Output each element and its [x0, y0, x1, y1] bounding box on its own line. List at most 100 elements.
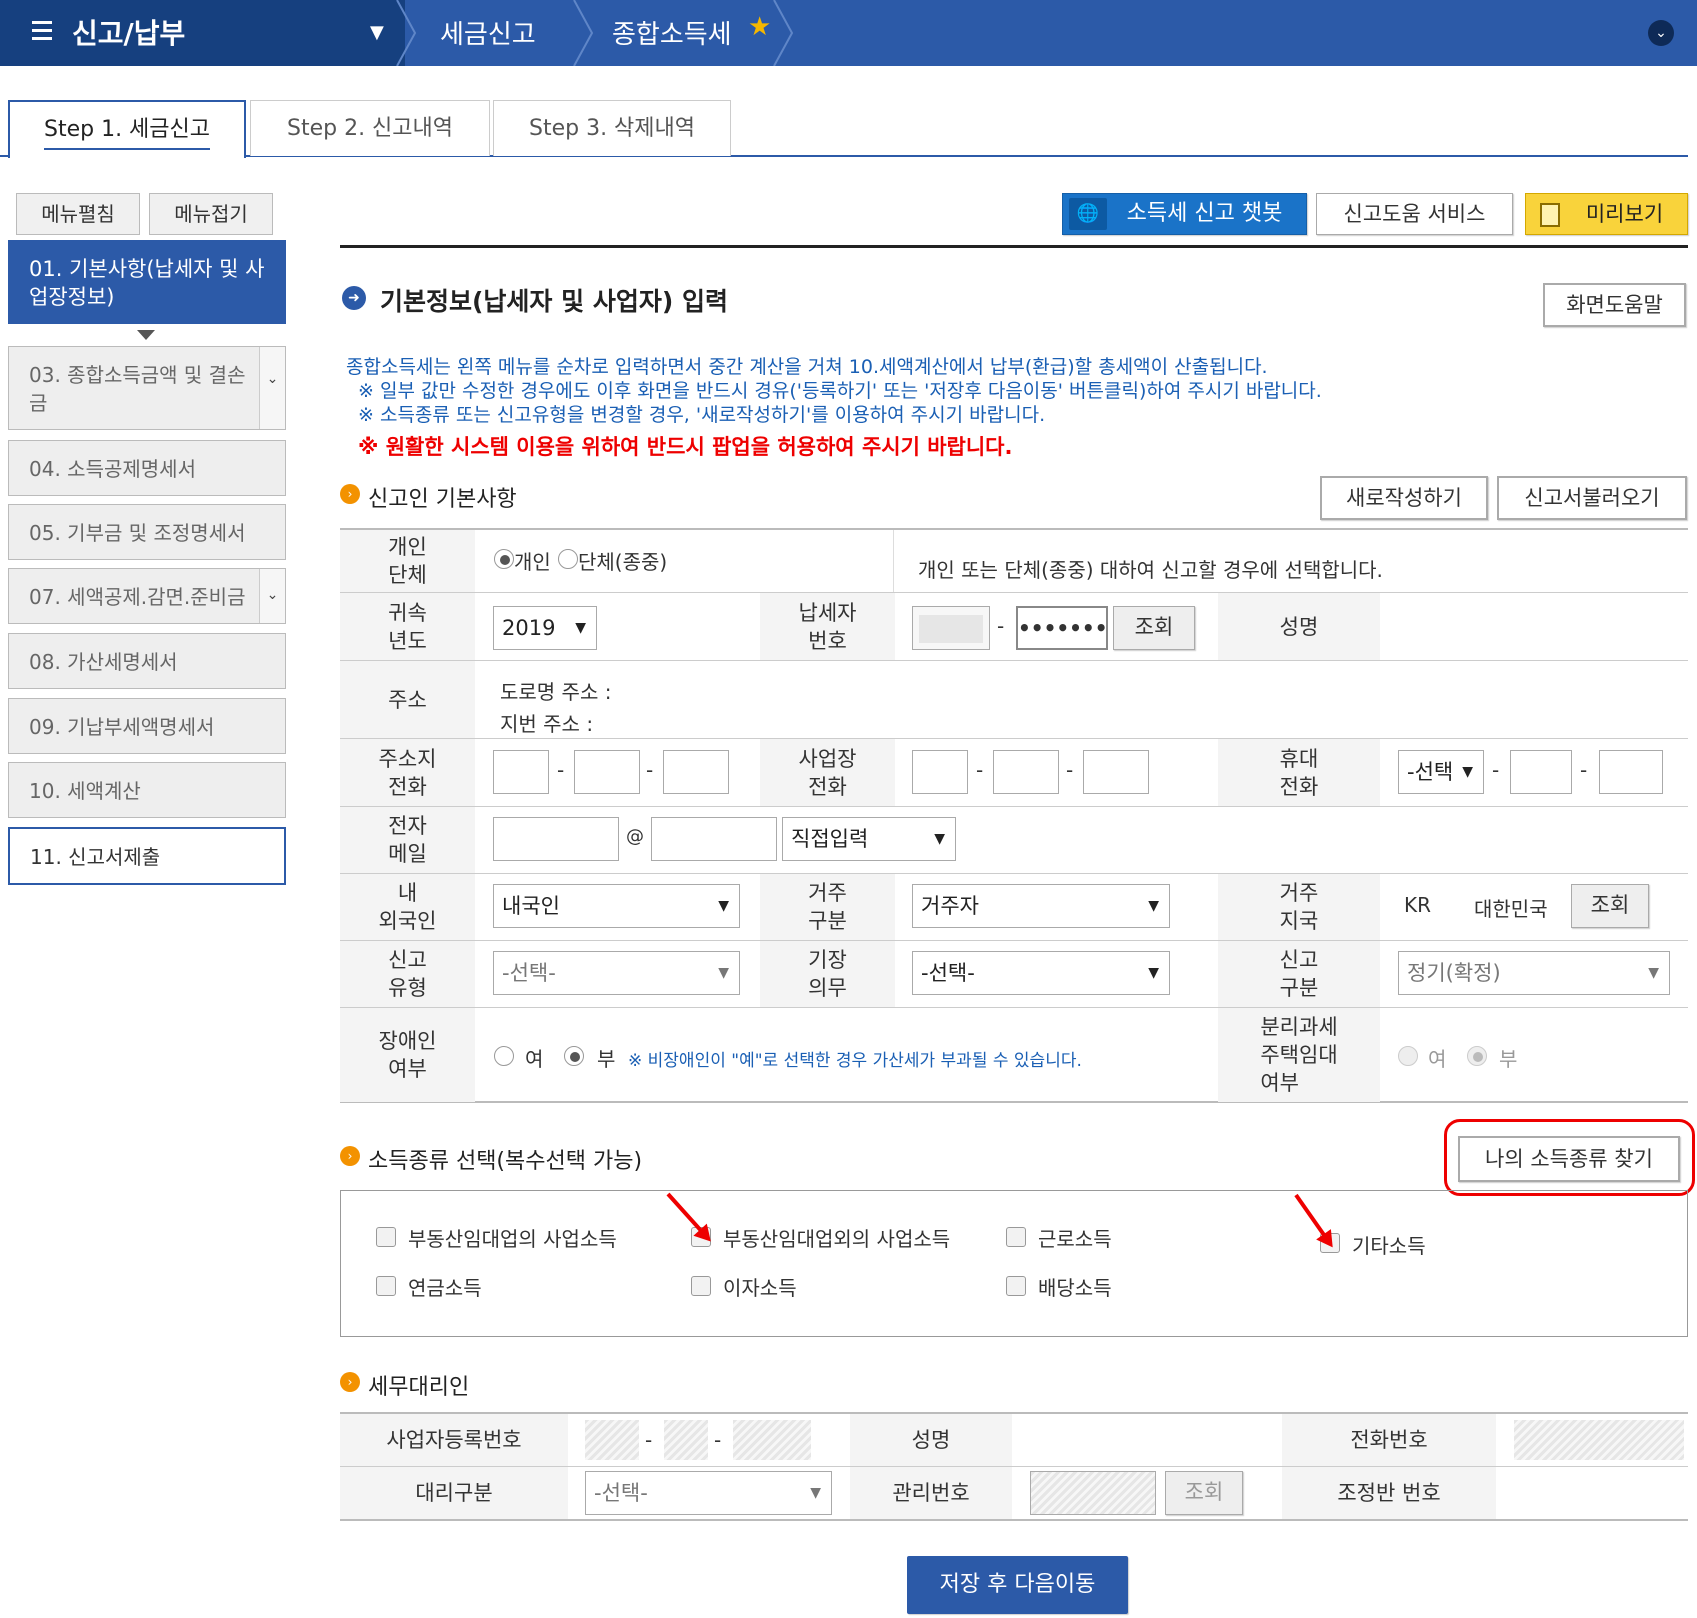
- label-agent-phone: 전화번호: [1282, 1414, 1496, 1466]
- sidebar-item-tax-credit[interactable]: 07. 세액공제.감면.준비금 ⌄: [8, 568, 286, 624]
- arrow-right-circle-icon: ›: [340, 1372, 360, 1392]
- save-next-button[interactable]: 저장 후 다음이동: [907, 1556, 1128, 1614]
- tab-step2[interactable]: Step 2. 신고내역: [250, 100, 490, 156]
- label-mobile: 휴대 전화: [1218, 739, 1380, 806]
- home-phone-1[interactable]: [493, 750, 549, 794]
- report-class-value: 정기(확정): [1407, 961, 1501, 985]
- radio-disabled-yes[interactable]: [494, 1046, 514, 1066]
- chevron-down-icon[interactable]: ▼: [370, 22, 384, 43]
- top-menu-title[interactable]: 신고/납부: [72, 12, 185, 52]
- radio-separate-yes: [1398, 1046, 1418, 1066]
- radio-disabled-no-label: 부: [597, 1047, 616, 1071]
- home-phone-3[interactable]: [663, 750, 729, 794]
- biz-phone-1[interactable]: [912, 750, 968, 794]
- report-type-select[interactable]: -선택- ▼: [493, 951, 740, 995]
- nationality-select[interactable]: 내국인 ▼: [493, 884, 740, 928]
- taxpayer-no-part1[interactable]: [912, 606, 990, 650]
- chevron-down-icon[interactable]: ⌄: [259, 347, 285, 429]
- globe-search-icon: 🌐: [1069, 198, 1107, 230]
- menu-collapse-button[interactable]: 메뉴접기: [149, 193, 273, 235]
- menu-expand-button[interactable]: 메뉴펼침: [16, 193, 140, 235]
- checkbox-earned-income[interactable]: [1006, 1227, 1026, 1247]
- biz-phone-2[interactable]: [993, 750, 1059, 794]
- mobile-prefix-select[interactable]: -선택 ▼: [1398, 750, 1484, 794]
- checkbox-label: 이자소득: [723, 1276, 797, 1300]
- report-class-select[interactable]: 정기(확정) ▼: [1398, 951, 1670, 995]
- checkbox-interest-income[interactable]: [691, 1276, 711, 1296]
- biz-phone-3[interactable]: [1083, 750, 1149, 794]
- mobile-phone-3[interactable]: [1599, 750, 1663, 794]
- breadcrumb-income-tax[interactable]: 종합소득세: [612, 14, 732, 51]
- info-text-3: ※ 소득종류 또는 신고유형을 변경할 경우, '새로작성하기'를 이용하여 주…: [358, 404, 1046, 426]
- radio-individual-label: 개인: [514, 550, 551, 574]
- checkbox-rental-business[interactable]: [376, 1227, 396, 1247]
- sidebar-item-penalty[interactable]: 08. 가산세명세서: [8, 633, 286, 689]
- report-type-value: -선택-: [502, 961, 556, 985]
- label-agent-type: 대리구분: [340, 1467, 568, 1519]
- favorite-star-icon[interactable]: ★: [748, 12, 771, 42]
- agent-type-select[interactable]: -선택- ▼: [585, 1471, 832, 1515]
- dash: -: [1066, 758, 1074, 782]
- bookkeeping-select[interactable]: -선택- ▼: [912, 951, 1170, 995]
- screen-help-button[interactable]: 화면도움말: [1543, 283, 1686, 327]
- label-bookkeeping: 기장 의무: [760, 941, 895, 1007]
- load-report-button[interactable]: 신고서불러오기: [1497, 476, 1687, 520]
- checkbox-dividend-income[interactable]: [1006, 1276, 1026, 1296]
- breadcrumb-tax-report[interactable]: 세금신고: [440, 14, 536, 51]
- email-domain-select[interactable]: 직접입력 ▼: [782, 817, 956, 861]
- taxpayer-no-part2[interactable]: •••••••: [1016, 606, 1108, 650]
- tab-step3[interactable]: Step 3. 삭제내역: [493, 100, 731, 156]
- sidebar-item-donation[interactable]: 05. 기부금 및 조정명세서: [8, 504, 286, 560]
- section-title-agent: 세무대리인: [368, 1375, 470, 1400]
- country-code: KR: [1404, 893, 1432, 917]
- disabled-note: ※ 비장애인이 "예"로 선택한 경우 가산세가 부과될 수 있습니다.: [628, 1051, 1082, 1071]
- sidebar-item-income-total[interactable]: 03. 종합소득금액 및 결손금 ⌄: [8, 346, 286, 430]
- agent-phone-field: [1514, 1420, 1684, 1460]
- sidebar-item-tax-calc[interactable]: 10. 세액계산: [8, 762, 286, 818]
- tab-step1[interactable]: Step 1. 세금신고: [8, 100, 246, 158]
- taxpayer-lookup-button[interactable]: 조회: [1113, 606, 1195, 650]
- breadcrumb-separator: [573, 0, 594, 66]
- sidebar-item-submit[interactable]: 11. 신고서제출: [8, 827, 286, 885]
- dash: -: [714, 1428, 722, 1452]
- residence-value: 거주자: [921, 894, 979, 918]
- mobile-phone-2[interactable]: [1510, 750, 1572, 794]
- email-id-input[interactable]: [493, 817, 619, 861]
- top-menu-section[interactable]: [0, 0, 405, 66]
- radio-group[interactable]: [558, 549, 578, 569]
- page-title: 기본정보(납세자 및 사업자) 입력: [380, 287, 728, 316]
- sidebar-item-prepaid[interactable]: 09. 기납부세액명세서: [8, 698, 286, 754]
- checkbox-pension-income[interactable]: [376, 1276, 396, 1296]
- new-write-button[interactable]: 새로작성하기: [1320, 476, 1488, 520]
- radio-individual[interactable]: [494, 549, 514, 569]
- chatbot-label: 소득세 신고 챗봇: [1126, 201, 1283, 226]
- sidebar-item-basic-info[interactable]: 01. 기본사항(납세자 및 사업장정보): [8, 240, 286, 324]
- hamburger-menu-icon[interactable]: [32, 21, 52, 41]
- radio-separate-no: [1467, 1046, 1487, 1066]
- dropdown-arrow-icon: ▼: [718, 898, 729, 914]
- checkbox-label: 부동산임대업의 사업소득: [408, 1227, 617, 1251]
- radio-disabled-no[interactable]: [564, 1046, 584, 1066]
- checkbox-label: 배당소득: [1038, 1276, 1112, 1300]
- help-service-button[interactable]: 신고도움 서비스: [1316, 193, 1513, 235]
- year-select[interactable]: 2019 ▼: [493, 606, 597, 650]
- sidebar-item-deduction[interactable]: 04. 소득공제명세서: [8, 440, 286, 496]
- checkbox-label: 기타소득: [1352, 1234, 1426, 1258]
- dropdown-arrow-icon: ▼: [1148, 898, 1159, 914]
- home-phone-2[interactable]: [574, 750, 640, 794]
- chevron-down-icon[interactable]: ⌄: [259, 569, 285, 623]
- preview-button[interactable]: 미리보기: [1525, 193, 1688, 235]
- chatbot-button[interactable]: 🌐 소득세 신고 챗봇: [1062, 193, 1307, 235]
- email-domain-input[interactable]: [651, 817, 777, 861]
- agent-type-value: -선택-: [594, 1481, 648, 1505]
- sidebar-item-label: 11. 신고서제출: [30, 845, 161, 869]
- info-text-1: 종합소득세는 왼쪽 메뉴를 순차로 입력하면서 중간 계산을 거쳐 10.세액계…: [346, 356, 1268, 378]
- country-name: 대한민국: [1474, 897, 1548, 921]
- row-divider: [340, 806, 1688, 807]
- section-title-income: 소득종류 선택(복수선택 가능): [368, 1149, 643, 1174]
- find-income-type-button[interactable]: 나의 소득종류 찾기: [1458, 1136, 1680, 1182]
- expand-down-icon[interactable]: ⌄: [1648, 20, 1674, 46]
- country-lookup-button[interactable]: 조회: [1571, 884, 1649, 928]
- residence-select[interactable]: 거주자 ▼: [912, 884, 1170, 928]
- document-icon: [1540, 203, 1560, 227]
